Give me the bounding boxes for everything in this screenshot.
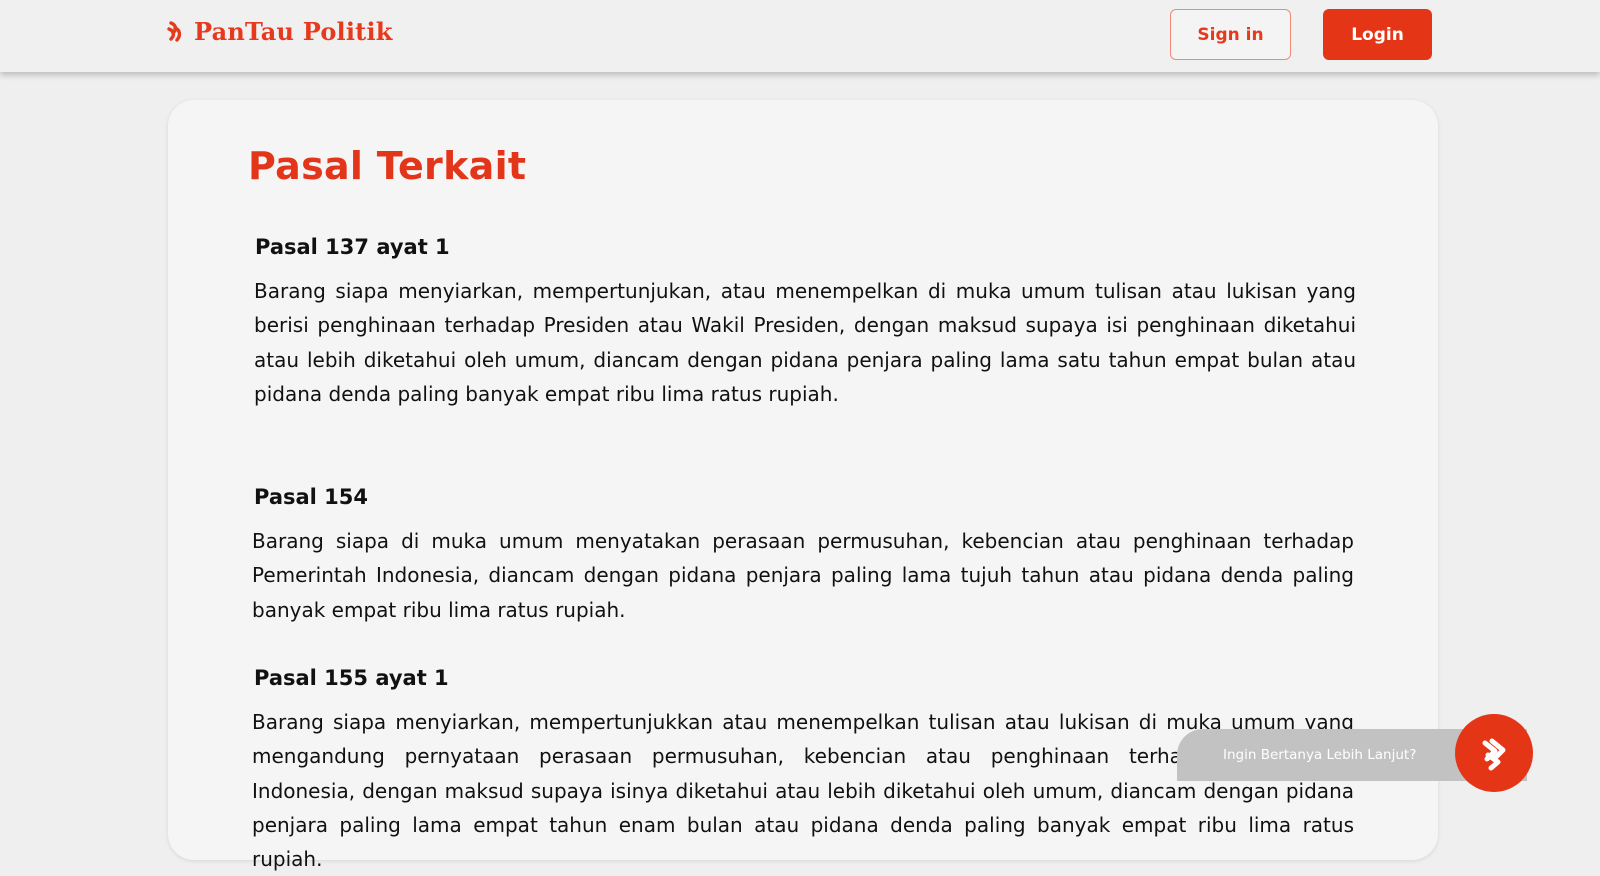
flame-stripes-icon <box>167 20 182 42</box>
sign-in-button[interactable]: Sign in <box>1170 9 1291 60</box>
page-title: Pasal Terkait <box>248 144 527 188</box>
article-body: Barang siapa menyiarkan, mempertunjukan,… <box>254 279 1356 406</box>
article-body: Barang siapa di muka umum menyatakan per… <box>252 529 1354 622</box>
brand-logo[interactable]: PanTau Politik <box>166 17 393 46</box>
ask-more-label: Ingin Bertanya Lebih Lanjut? <box>1223 747 1417 763</box>
flame-stripes-icon <box>1482 738 1506 771</box>
article-body: Barang siapa menyiarkan, mempertunjukkan… <box>252 710 1354 872</box>
login-button[interactable]: Login <box>1323 9 1432 60</box>
top-navbar: PanTau Politik Sign in Login <box>0 0 1600 72</box>
article-title: Pasal 154 <box>254 485 369 509</box>
article-title: Pasal 155 ayat 1 <box>254 666 449 690</box>
chat-button[interactable] <box>1455 714 1533 792</box>
brand-name: PanTau Politik <box>194 17 393 46</box>
article-title: Pasal 137 ayat 1 <box>255 235 450 259</box>
